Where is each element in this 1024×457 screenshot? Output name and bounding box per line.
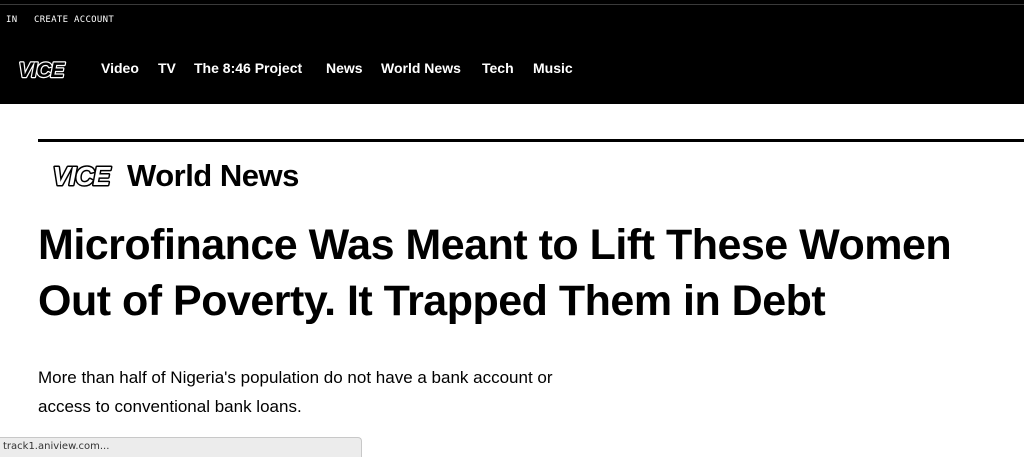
headline-line-1: Microfinance Was Meant to Lift These Wom… [38,221,952,269]
nav-item-world-news[interactable]: World News [381,60,461,76]
nav-item-video[interactable]: Video [101,60,139,76]
nav-item-tech[interactable]: Tech [482,60,514,76]
nav-item-8-46-project[interactable]: The 8:46 Project [194,60,302,76]
section-title[interactable]: World News [127,158,299,194]
vice-section-logo-text: VICE [53,163,111,190]
headline-line-2: Out of Poverty. It Trapped Them in Debt [38,277,826,325]
vice-logo-text: VICE [18,59,65,81]
article-headline: Microfinance Was Meant to Lift These Wom… [38,217,1024,329]
nav-item-music[interactable]: Music [533,60,573,76]
article-dek: More than half of Nigeria's population d… [38,368,553,416]
article-top-rule [38,139,1024,142]
vice-logo[interactable]: VICE [8,59,74,81]
utility-bar-divider [0,4,1024,5]
sign-in-link[interactable]: IN [6,14,17,26]
status-url: track1.aniview.com... [3,441,110,452]
create-account-link[interactable]: CREATE ACCOUNT [34,14,114,26]
nav-item-news[interactable]: News [326,60,363,76]
vice-section-logo[interactable]: VICE [40,163,122,190]
nav-item-tv[interactable]: TV [158,60,176,76]
utility-bar: IN CREATE ACCOUNT [0,0,1024,39]
browser-status-bar: track1.aniview.com... [0,437,362,457]
